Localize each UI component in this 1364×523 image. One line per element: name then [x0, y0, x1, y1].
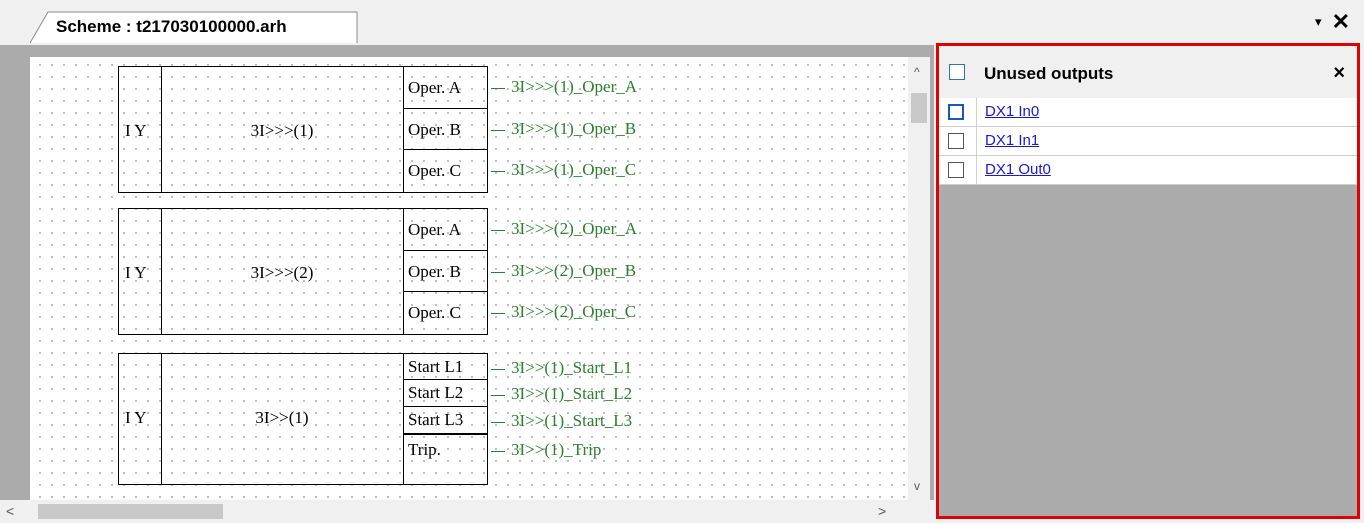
- horizontal-scrollbar[interactable]: < >: [0, 500, 934, 523]
- block-function-name: 3I>>>(1): [250, 121, 314, 140]
- block-input-label: I Y: [125, 121, 147, 140]
- function-block[interactable]: I Y 3I>>(1) Start L1 Start L2 Start L3 T…: [118, 353, 632, 485]
- signal-connection[interactable]: 3I>>(1)_Start_L2: [491, 384, 632, 404]
- output-port[interactable]: Oper. C: [404, 150, 488, 192]
- signal-connection[interactable]: 3I>>>(2)_Oper_A: [491, 219, 637, 239]
- signal-connection[interactable]: 3I>>(1)_Start_L1: [491, 358, 632, 378]
- output-port[interactable]: Oper. C: [404, 292, 488, 334]
- output-port[interactable]: Start L3: [404, 407, 488, 434]
- dropdown-icon[interactable]: ▾: [1315, 14, 1322, 30]
- signal-label: 3I>>>(1)_Oper_B: [511, 119, 637, 138]
- tab-title: Scheme : t217030100000.arh: [56, 17, 287, 36]
- scheme-canvas[interactable]: I Y 3I>>>(1) Oper. A Oper. B Oper. C 3I>…: [30, 57, 908, 500]
- output-port[interactable]: Oper. A: [404, 67, 488, 109]
- block-input-label: I Y: [125, 408, 147, 427]
- panel-header: Unused outputs ×: [939, 46, 1357, 98]
- scroll-left-arrow-icon[interactable]: <: [6, 503, 14, 519]
- signal-label: 3I>>>(1)_Oper_A: [511, 77, 638, 96]
- close-icon[interactable]: ✕: [1332, 11, 1350, 33]
- scheme-pane: I Y 3I>>>(1) Oper. A Oper. B Oper. C 3I>…: [0, 45, 934, 523]
- block-function-name: 3I>>(1): [255, 408, 309, 427]
- signal-label: 3I>>>(2)_Oper_A: [511, 219, 638, 238]
- block-ports: Start L1 Start L2 Start L3 Trip.: [403, 354, 488, 484]
- function-block[interactable]: I Y 3I>>>(1) Oper. A Oper. B Oper. C 3I>…: [118, 66, 637, 193]
- output-port[interactable]: Oper. A: [404, 209, 488, 251]
- signal-label: 3I>>(1)_Start_L2: [511, 384, 633, 403]
- unused-outputs-list: DX1 In0 DX1 In1 DX1 Out0: [939, 98, 1357, 185]
- signal-connection[interactable]: 3I>>>(1)_Oper_B: [491, 119, 636, 139]
- checkbox-cell: [939, 127, 977, 155]
- list-item[interactable]: DX1 In1: [939, 127, 1357, 156]
- unused-outputs-panel: Unused outputs × DX1 In0 DX1 In1 DX1 Out…: [936, 43, 1360, 519]
- output-port[interactable]: Oper. B: [404, 109, 488, 150]
- checkbox-cell: [939, 98, 977, 126]
- list-item[interactable]: DX1 Out0: [939, 156, 1357, 185]
- function-block[interactable]: I Y 3I>>>(2) Oper. A Oper. B Oper. C 3I>…: [118, 208, 637, 335]
- window-controls: ▾ ✕: [1315, 11, 1350, 33]
- vertical-scroll-thumb[interactable]: [911, 93, 927, 123]
- close-icon[interactable]: ×: [1333, 62, 1345, 85]
- signal-connection[interactable]: 3I>>>(2)_Oper_B: [491, 261, 636, 281]
- horizontal-scroll-thumb[interactable]: [38, 504, 223, 519]
- signal-label: 3I>>(1)_Start_L1: [511, 358, 633, 377]
- signal-label: 3I>>>(1)_Oper_C: [511, 160, 637, 179]
- block-input-column: I Y: [119, 67, 162, 192]
- signal-connection[interactable]: 3I>>>(1)_Oper_C: [491, 160, 636, 180]
- checkbox-cell: [939, 156, 977, 184]
- output-port[interactable]: Oper. B: [404, 251, 488, 292]
- signal-connection[interactable]: 3I>>>(1)_Oper_A: [491, 77, 637, 97]
- block-input-column: I Y: [119, 354, 162, 484]
- item-checkbox[interactable]: [948, 133, 964, 149]
- signal-connection[interactable]: 3I>>(1)_Start_L3: [491, 411, 632, 431]
- tab-scheme[interactable]: Scheme : t217030100000.arh: [30, 10, 360, 44]
- signal-connection[interactable]: 3I>>>(2)_Oper_C: [491, 302, 636, 322]
- signal-label: 3I>>(1)_Start_L3: [511, 411, 633, 430]
- signal-label: 3I>>>(2)_Oper_B: [511, 261, 637, 280]
- vertical-scrollbar[interactable]: ^ v: [908, 57, 930, 500]
- document-tab-bar: Scheme : t217030100000.arh ▾ ✕: [0, 0, 1364, 45]
- block-ports: Oper. A Oper. B Oper. C: [403, 209, 488, 334]
- block-function-name: 3I>>>(2): [250, 263, 314, 282]
- output-link[interactable]: DX1 In0: [985, 103, 1039, 120]
- scroll-up-arrow-icon[interactable]: ^: [914, 65, 920, 79]
- item-checkbox[interactable]: [948, 162, 964, 178]
- output-link[interactable]: DX1 In1: [985, 132, 1039, 149]
- block-input-column: I Y: [119, 209, 162, 334]
- signal-connection[interactable]: 3I>>(1)_Trip: [491, 440, 601, 460]
- panel-title: Unused outputs: [984, 64, 1114, 83]
- select-all-checkbox[interactable]: [949, 64, 965, 80]
- scroll-down-arrow-icon[interactable]: v: [914, 479, 920, 493]
- output-port[interactable]: Start L1: [404, 354, 488, 380]
- output-port[interactable]: Start L2: [404, 380, 488, 407]
- output-port[interactable]: Trip.: [404, 434, 488, 463]
- item-checkbox[interactable]: [948, 104, 964, 120]
- signal-label: 3I>>>(2)_Oper_C: [511, 302, 637, 321]
- block-input-label: I Y: [125, 263, 147, 282]
- block-ports: Oper. A Oper. B Oper. C: [403, 67, 488, 192]
- list-item[interactable]: DX1 In0: [939, 98, 1357, 127]
- output-link[interactable]: DX1 Out0: [985, 161, 1051, 178]
- signal-label: 3I>>(1)_Trip: [511, 440, 602, 459]
- scroll-right-arrow-icon[interactable]: >: [878, 503, 886, 519]
